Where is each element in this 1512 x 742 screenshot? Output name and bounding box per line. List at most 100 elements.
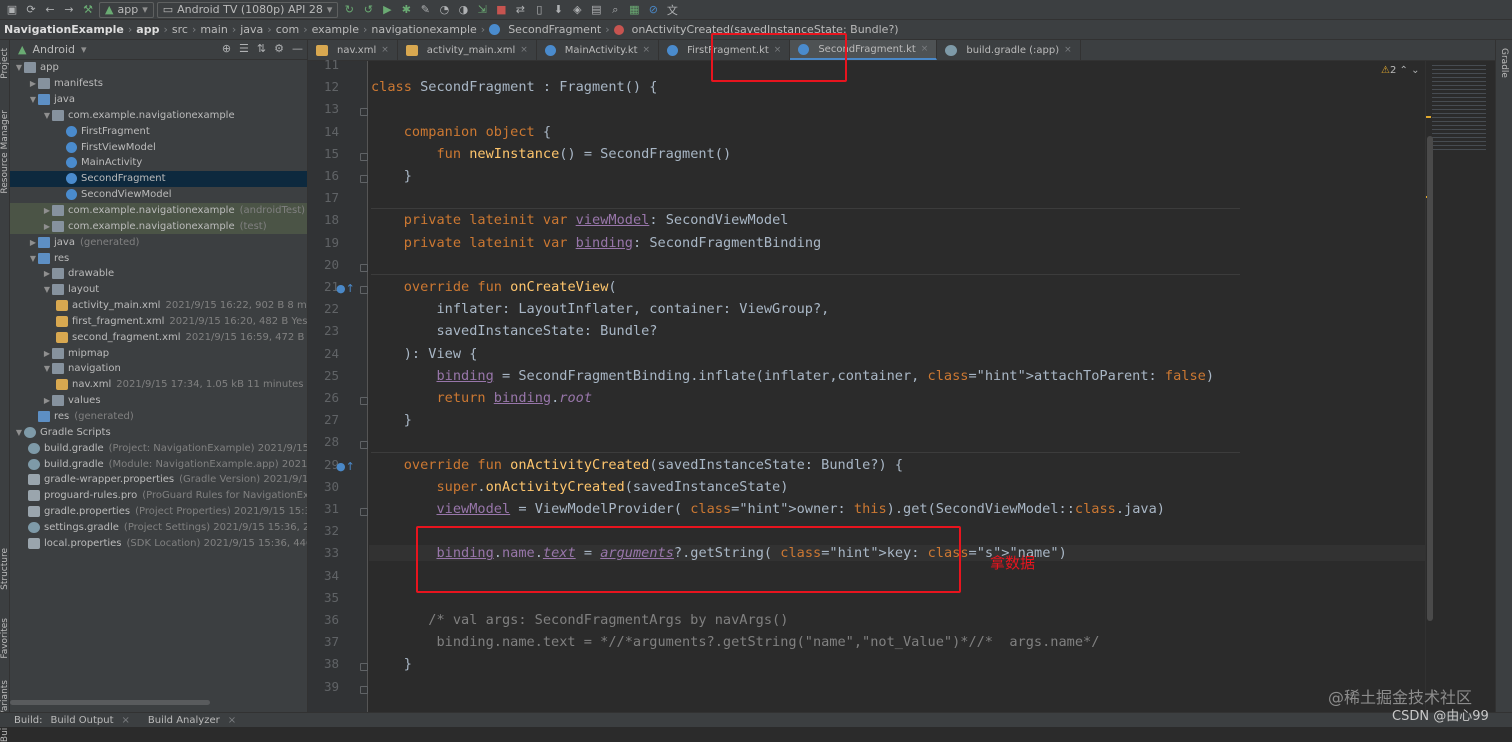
attach-icon[interactable]: ⇲ bbox=[474, 2, 490, 18]
inspection-widget[interactable]: ⚠2 ⌃ ⌄ bbox=[1381, 65, 1419, 76]
chevron-down-icon[interactable]: ▼ bbox=[14, 428, 24, 437]
tree-item[interactable]: SecondViewModel bbox=[10, 187, 307, 203]
project-view-select[interactable]: Android bbox=[32, 43, 75, 56]
run-config-select[interactable]: ▲ app ▾ bbox=[99, 1, 154, 18]
tree-item[interactable]: ▼ Gradle Scripts bbox=[10, 424, 307, 440]
hide-panel-icon[interactable]: — bbox=[292, 42, 303, 55]
fold-marker-icon[interactable] bbox=[360, 175, 368, 183]
tree-item[interactable]: ▶ com.example.navigationexample (test) bbox=[10, 218, 307, 235]
close-icon[interactable]: × bbox=[921, 44, 929, 54]
chevron-down-icon[interactable]: ▼ bbox=[42, 364, 52, 373]
sync-icon[interactable]: ⟳ bbox=[23, 2, 39, 18]
tree-item[interactable]: ▼ com.example.navigationexample bbox=[10, 108, 307, 124]
tab-nav-xml[interactable]: nav.xml × bbox=[308, 40, 398, 60]
chevron-down-icon[interactable]: ▼ bbox=[42, 111, 52, 120]
tab-mainactivity-kt[interactable]: MainActivity.kt × bbox=[537, 40, 660, 60]
tree-item[interactable]: ▶ drawable bbox=[10, 266, 307, 282]
build-analyzer-tab[interactable]: Build Analyzer bbox=[148, 715, 220, 726]
fold-marker-icon[interactable] bbox=[360, 508, 368, 516]
fold-marker-icon[interactable] bbox=[360, 152, 368, 161]
warning-marker[interactable] bbox=[1426, 116, 1431, 118]
resource-manager-tool-tab[interactable]: Resource Manager bbox=[0, 110, 10, 194]
breadcrumb-example[interactable]: example bbox=[312, 23, 359, 36]
hammer-icon[interactable]: ⚒ bbox=[80, 2, 96, 18]
chevron-right-icon[interactable]: ▶ bbox=[28, 79, 38, 88]
device-manager-icon[interactable]: ▤ bbox=[588, 2, 604, 18]
project-tool-tab[interactable]: Project bbox=[0, 48, 10, 79]
tree-item[interactable]: ▶ com.example.navigationexample (androidTe… bbox=[10, 202, 307, 219]
close-icon[interactable]: × bbox=[381, 45, 389, 55]
close-icon[interactable]: × bbox=[122, 715, 130, 726]
tree-item[interactable]: activity_main.xml 2021/9/15 16:22, 902 B … bbox=[10, 298, 307, 314]
breadcrumb-project[interactable]: NavigationExample bbox=[4, 23, 124, 36]
close-icon[interactable]: × bbox=[643, 45, 651, 55]
avd-manager-icon[interactable]: ▯ bbox=[531, 2, 547, 18]
tree-item[interactable]: ▼ java bbox=[10, 92, 307, 108]
breadcrumb-src[interactable]: src bbox=[172, 23, 188, 36]
chevron-down-icon[interactable]: ▾ bbox=[81, 43, 87, 56]
stop-icon[interactable]: ■ bbox=[493, 2, 509, 18]
tree-item[interactable]: build.gradle (Module: NavigationExample.a… bbox=[10, 456, 307, 472]
chevron-down-icon[interactable]: ▼ bbox=[14, 63, 24, 72]
chevron-right-icon[interactable]: ▶ bbox=[42, 269, 52, 278]
tree-item[interactable]: ▼ res bbox=[10, 250, 307, 266]
fold-marker-icon[interactable] bbox=[360, 441, 368, 450]
tree-item[interactable]: local.properties (SDK Location) 2021/9/15… bbox=[10, 535, 307, 551]
profile-icon[interactable]: ◔ bbox=[436, 2, 452, 18]
tree-item[interactable]: ▶ java (generated) bbox=[10, 234, 307, 250]
vertical-scrollbar[interactable] bbox=[1427, 136, 1433, 621]
close-icon[interactable]: × bbox=[1064, 45, 1072, 55]
tree-item[interactable]: ▶ manifests bbox=[10, 76, 307, 92]
minimap[interactable] bbox=[1432, 65, 1486, 151]
build-output-tab[interactable]: Build Output bbox=[50, 715, 113, 726]
back-icon[interactable]: ← bbox=[42, 2, 58, 18]
collapse-all-icon[interactable]: ☰ bbox=[239, 42, 249, 55]
tree-item[interactable]: proguard-rules.pro (ProGuard Rules for Na… bbox=[10, 488, 307, 504]
breadcrumb-main[interactable]: main bbox=[200, 23, 227, 36]
chevron-down-icon[interactable]: ▼ bbox=[28, 95, 38, 104]
fold-marker-icon[interactable] bbox=[360, 397, 368, 405]
override-marker-icon[interactable]: ●↑ bbox=[336, 282, 355, 295]
structure-tool-tab[interactable]: Structure bbox=[0, 548, 10, 590]
tree-item[interactable]: gradle-wrapper.properties (Gradle Version… bbox=[10, 472, 307, 488]
assistant-icon[interactable]: ◈ bbox=[569, 2, 585, 18]
gradle-tool-tab[interactable]: Gradle bbox=[1499, 48, 1509, 78]
translate-icon[interactable]: 文 bbox=[664, 2, 680, 18]
tree-item[interactable]: ▼ navigation bbox=[10, 361, 307, 377]
tree-item[interactable]: SecondFragment bbox=[10, 170, 307, 187]
chevron-right-icon[interactable]: ▶ bbox=[42, 206, 52, 215]
chevron-right-icon[interactable]: ▶ bbox=[28, 238, 38, 247]
tree-item[interactable]: gradle.properties (Project Properties) 20… bbox=[10, 504, 307, 520]
chevron-right-icon[interactable]: ▶ bbox=[42, 349, 52, 358]
breadcrumb-package[interactable]: navigationexample bbox=[371, 23, 476, 36]
scroll-from-source-icon[interactable]: ⇅ bbox=[257, 42, 266, 55]
breadcrumb-module[interactable]: app bbox=[136, 23, 159, 36]
close-icon[interactable]: × bbox=[520, 45, 528, 55]
fold-marker-icon[interactable] bbox=[360, 286, 368, 294]
debug-icon[interactable]: ✱ bbox=[398, 2, 414, 18]
chevron-down-icon[interactable]: ▼ bbox=[28, 254, 38, 263]
breadcrumb-java[interactable]: java bbox=[240, 23, 263, 36]
gear-icon[interactable]: ⚙ bbox=[274, 42, 284, 55]
chevron-right-icon[interactable]: ▶ bbox=[42, 222, 52, 231]
sdk-manager-icon[interactable]: ⬇ bbox=[550, 2, 566, 18]
chevron-down-icon[interactable]: ▼ bbox=[42, 285, 52, 294]
tab-build-gradle-app[interactable]: build.gradle (:app) × bbox=[937, 40, 1081, 60]
close-icon[interactable]: × bbox=[228, 715, 236, 726]
tree-item[interactable]: build.gradle (Project: NavigationExample)… bbox=[10, 440, 307, 456]
save-icon[interactable]: ▣ bbox=[4, 2, 20, 18]
build-variants-tool-tab[interactable]: Build Variants bbox=[0, 680, 10, 742]
tree-item[interactable]: MainActivity bbox=[10, 155, 307, 171]
attach-debugger-icon[interactable]: ✎ bbox=[417, 2, 433, 18]
apply-code-changes-icon[interactable]: ↺ bbox=[360, 2, 376, 18]
breadcrumb-class[interactable]: SecondFragment bbox=[508, 23, 601, 36]
fold-marker-icon[interactable] bbox=[360, 263, 368, 272]
coverage-icon[interactable]: ◑ bbox=[455, 2, 471, 18]
fold-marker-icon[interactable] bbox=[360, 108, 368, 117]
no-entry-icon[interactable]: ⊘ bbox=[645, 2, 661, 18]
chevron-right-icon[interactable]: ▶ bbox=[42, 396, 52, 405]
fold-marker-icon[interactable] bbox=[360, 685, 368, 694]
run-icon[interactable]: ▶ bbox=[379, 2, 395, 18]
layout-inspector-icon[interactable]: ▦ bbox=[626, 2, 642, 18]
tree-item[interactable]: ▼ layout bbox=[10, 282, 307, 298]
